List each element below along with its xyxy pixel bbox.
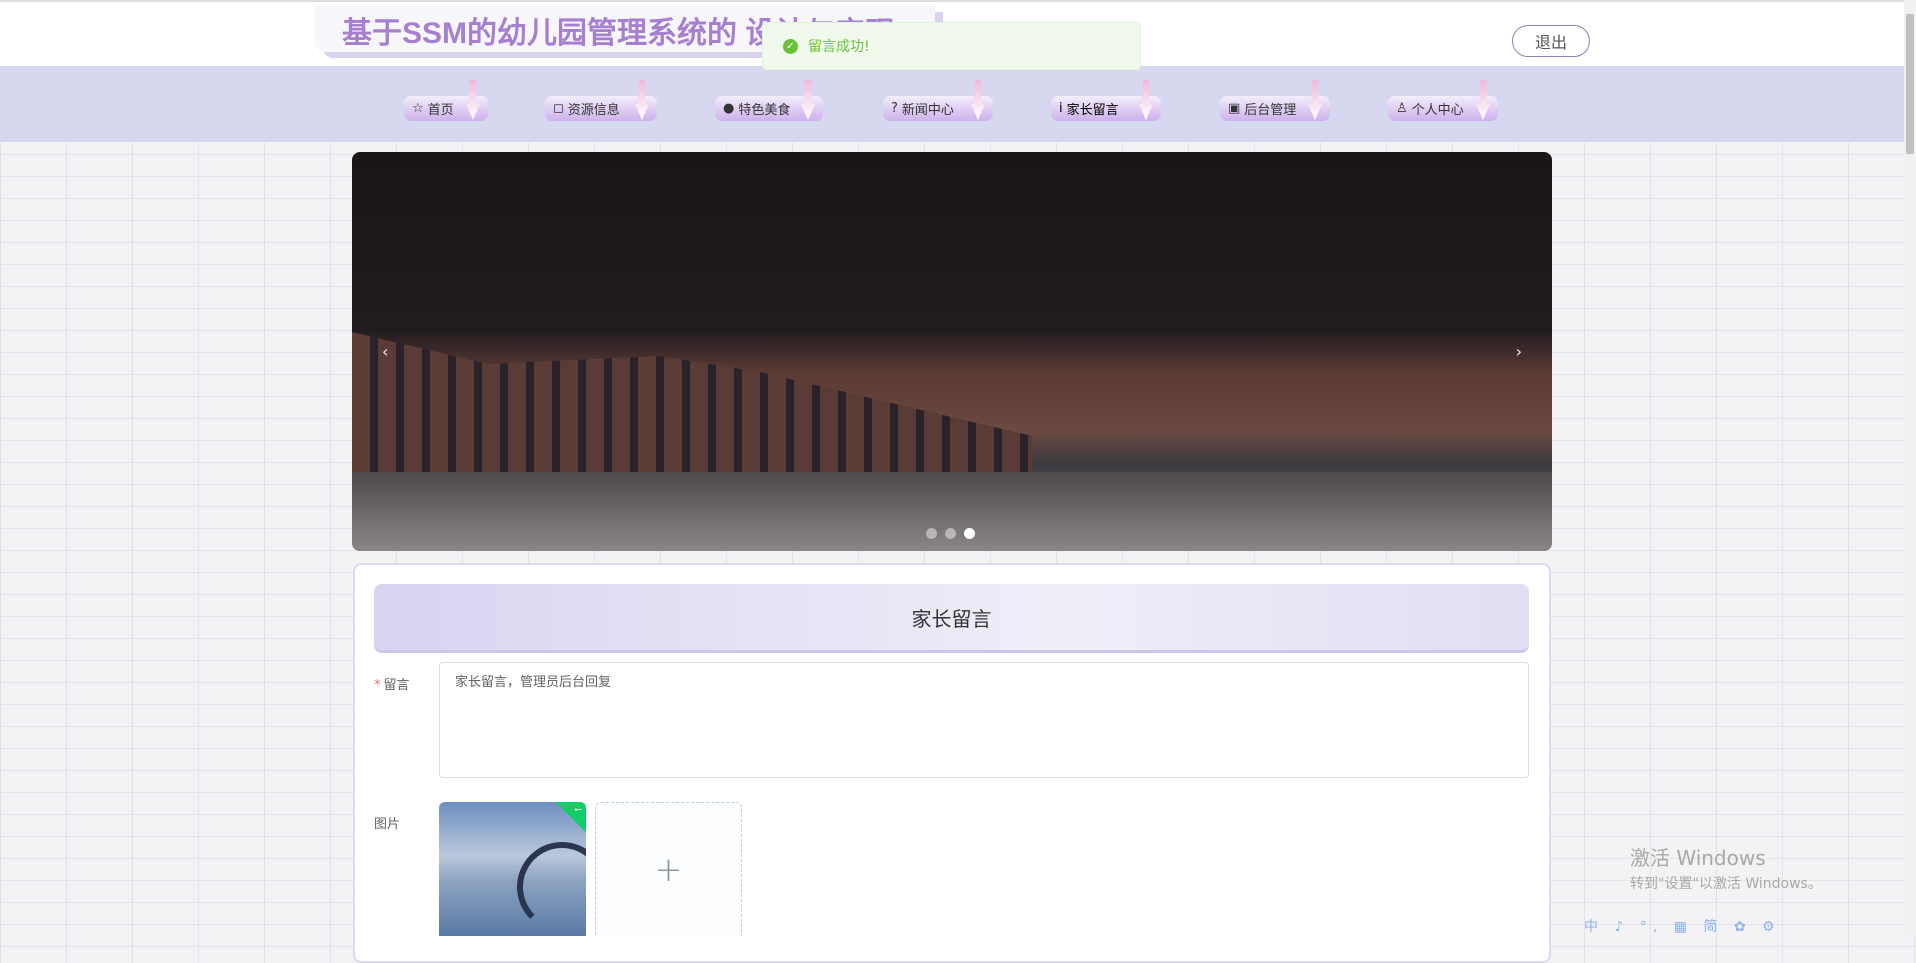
windows-activation-watermark: 激活 Windows 转到"设置"以激活 Windows。 <box>1630 842 1822 893</box>
nav-label: 个人中心 <box>1411 103 1464 118</box>
ime-toolbar[interactable]: 中 ♪ °, ▦ 简 ✿ ⚙ <box>1584 916 1781 936</box>
nav-profile[interactable]: ♙ 个人中心 <box>1388 80 1498 121</box>
message-label-text: 留言 <box>383 678 410 693</box>
star-icon: ☆ <box>412 101 424 116</box>
carousel-dot[interactable] <box>926 528 937 539</box>
nav-news[interactable]: ? 新闻中心 <box>883 80 993 121</box>
user-icon: ♙ <box>1396 101 1408 116</box>
nav-label: 首页 <box>427 103 454 118</box>
required-mark: * <box>374 678 381 693</box>
upload-success-check-icon: ✓ <box>554 802 586 834</box>
check-circle-icon: ✓ <box>783 38 798 54</box>
box-icon: ▣ <box>1228 101 1241 116</box>
question-icon: ? <box>891 101 898 116</box>
warning-icon: ● <box>723 101 735 116</box>
plus-icon: + <box>654 849 683 890</box>
nav-label: 新闻中心 <box>901 103 954 118</box>
message-label: * 留言 <box>374 674 410 693</box>
carousel-image-road <box>352 472 1552 551</box>
info-icon: i <box>1059 101 1063 116</box>
nav-parent-message[interactable]: i 家长留言 <box>1051 80 1161 121</box>
carousel-next-button[interactable]: › <box>1516 342 1522 361</box>
logout-button[interactable]: 退出 <box>1512 25 1590 57</box>
message-textarea[interactable]: 家长留言，管理员后台回复 <box>439 662 1529 778</box>
scrollbar-thumb[interactable] <box>1906 14 1914 154</box>
nav-home[interactable]: ☆ 首页 <box>404 80 488 121</box>
image-label: 图片 <box>374 817 401 832</box>
toast-message: 留言成功! <box>808 39 870 55</box>
main-nav: ☆ 首页 ◻ 资源信息 ● 特色美食 ? 新闻中心 i 家长留言 ▣ 后台管理 ♙ 个人中心 <box>0 66 1904 142</box>
uploaded-image-thumbnail[interactable]: ✓ <box>439 802 586 936</box>
upload-image-button[interactable]: + <box>595 802 742 936</box>
page-scrollbar[interactable] <box>1904 0 1916 936</box>
carousel-dot[interactable] <box>945 528 956 539</box>
bag-icon: ◻ <box>553 101 564 116</box>
carousel-dot-active[interactable] <box>964 528 975 539</box>
nav-label: 后台管理 <box>1244 103 1297 118</box>
watermark-title: 激活 Windows <box>1630 846 1766 870</box>
nav-food[interactable]: ● 特色美食 <box>715 80 823 121</box>
nav-label: 家长留言 <box>1066 103 1119 118</box>
success-toast: ✓ 留言成功! <box>762 22 1141 70</box>
form-heading: 家长留言 <box>374 584 1529 653</box>
watermark-subtitle: 转到"设置"以激活 Windows。 <box>1630 876 1822 892</box>
nav-label: 资源信息 <box>567 103 620 118</box>
carousel-image <box>352 332 1032 492</box>
nav-resources[interactable]: ◻ 资源信息 <box>545 80 657 121</box>
nav-admin[interactable]: ▣ 后台管理 <box>1220 80 1330 121</box>
image-carousel: ‹ › <box>352 152 1552 551</box>
carousel-indicators <box>926 528 975 539</box>
nav-label: 特色美食 <box>738 103 791 118</box>
carousel-prev-button[interactable]: ‹ <box>382 342 388 361</box>
